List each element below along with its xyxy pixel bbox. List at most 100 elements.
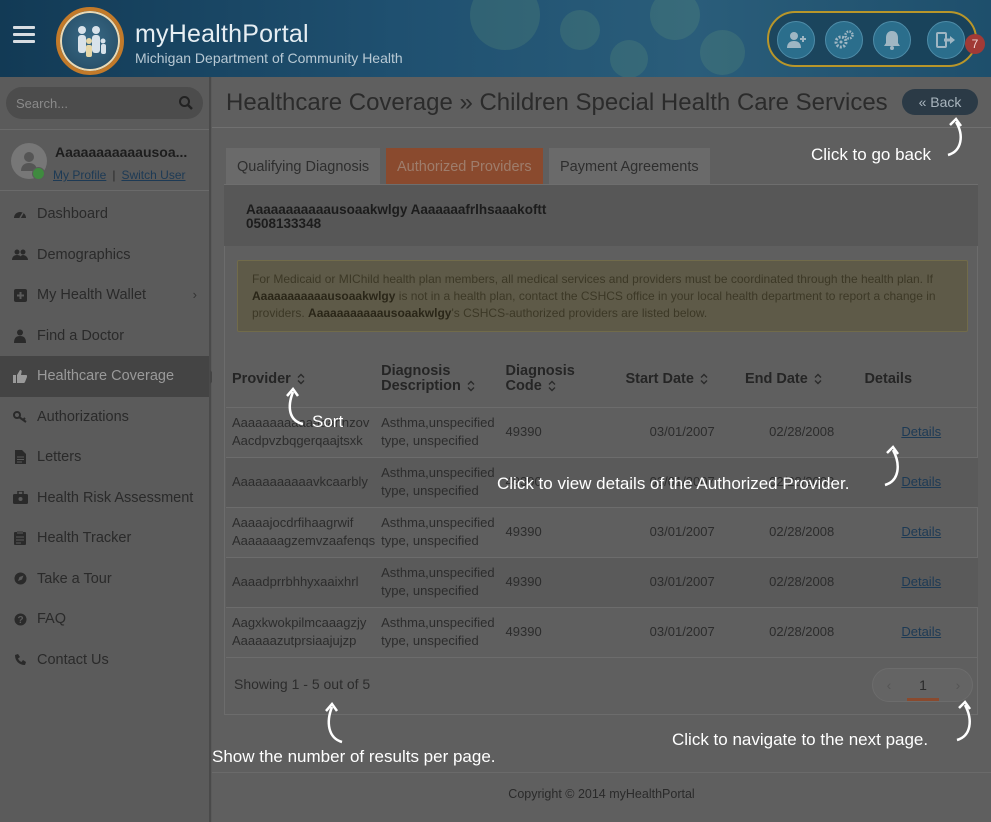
previous-page-button[interactable]: ‹ [879, 675, 899, 695]
sidebar-item-label: Health Tracker [37, 530, 132, 547]
back-button[interactable]: « Back [902, 89, 978, 115]
table-header-row: Provider Diagnosis Description Diagnosis… [226, 352, 978, 408]
details-link[interactable]: Details [901, 574, 941, 589]
column-header-start-date[interactable]: Start Date [619, 352, 739, 408]
sidebar: Aaaaaaaaaaausoa... My Profile | Switch Use… [0, 77, 217, 822]
file-icon [12, 450, 28, 465]
column-header-end-date[interactable]: End Date [738, 352, 859, 408]
sort-icon[interactable] [466, 380, 476, 392]
diagnosis-text: Asthma,unspecified [381, 615, 495, 630]
dashboard-icon [12, 207, 28, 221]
column-header-details: Details [858, 352, 978, 408]
portal-logo [56, 7, 124, 75]
details-cell: Details [858, 457, 978, 508]
diagnosis-description-cell: Asthma,unspecified type, unspecified [375, 607, 500, 658]
page-number-button[interactable]: 1 [907, 669, 939, 701]
alert-patient-name: Aaaaaaaaaaausoaakwlgy [252, 289, 396, 303]
sidebar-item-health-tracker[interactable]: Health Tracker [0, 518, 209, 559]
column-header-diagnosis-description[interactable]: Diagnosis Description [375, 352, 500, 408]
my-profile-link[interactable]: My Profile [53, 168, 106, 182]
diagnosis-code-cell: 49390 [499, 557, 620, 608]
sidebar-item-take-a-tour[interactable]: Take a Tour [0, 559, 209, 600]
brand-subtitle: Michigan Department of Community Health [135, 50, 403, 66]
user-name: Aaaaaaaaaaausoa... [55, 144, 188, 160]
diagnosis-code-cell: 49390 [499, 507, 620, 558]
sidebar-item-dashboard[interactable]: Dashboard [0, 194, 209, 235]
details-link[interactable]: Details [901, 624, 941, 639]
sidebar-item-label: Health Risk Assessment [37, 489, 194, 506]
details-cell: Details [858, 557, 978, 608]
details-link[interactable]: Details [901, 524, 941, 539]
alert-text: 's CSHCS-authorized providers are listed… [451, 306, 708, 320]
provider-name: Aaaaaaagzemvzaafenqs [232, 533, 376, 548]
annotation-sort: Sort [312, 412, 344, 431]
table-row: Aaaaajocdrfihaagrwif Aaaaaaagzemvzaafenqs… [226, 507, 978, 558]
column-header-label: Diagnosis [505, 363, 575, 380]
column-header-label: Code [505, 378, 542, 395]
sidebar-item-label: Contact Us [37, 651, 109, 668]
details-cell: Details [858, 507, 978, 558]
search-box [6, 87, 203, 119]
sidebar-item-my-health-wallet[interactable]: My Health Wallet › [0, 275, 209, 316]
sidebar-item-find-a-doctor[interactable]: Find a Doctor [0, 316, 209, 357]
footer-divider [212, 772, 991, 773]
pagination: ‹ 1 › [872, 668, 973, 702]
diagnosis-code-cell: 49390 [499, 607, 620, 658]
search-input[interactable] [6, 87, 176, 119]
sidebar-item-label: Letters [37, 449, 82, 466]
diagnosis-text: type, unspecified [381, 583, 479, 598]
details-link[interactable]: Details [901, 424, 941, 439]
tab-payment-agreements[interactable]: Payment Agreements [549, 148, 710, 184]
end-date-cell: 02/28/2008 [738, 607, 859, 658]
add-user-icon[interactable] [777, 21, 815, 59]
sidebar-item-faq[interactable]: ? FAQ [0, 599, 209, 640]
annotation-results: Show the number of results per page. [212, 747, 496, 766]
user-links: My Profile | Switch User [53, 168, 185, 182]
sort-icon[interactable] [813, 373, 823, 385]
sidebar-item-label: Demographics [37, 246, 131, 263]
details-link[interactable]: Details [901, 474, 941, 489]
sidebar-item-health-risk-assessment[interactable]: Health Risk Assessment [0, 478, 209, 519]
sidebar-item-contact-us[interactable]: Contact Us [0, 640, 209, 681]
hamburger-menu-icon[interactable] [13, 26, 35, 46]
column-header-label: End Date [744, 370, 808, 387]
tab-authorized-providers[interactable]: Authorized Providers [386, 148, 543, 192]
brand-title: myHealthPortal [135, 20, 309, 48]
phone-icon [12, 653, 28, 667]
doctor-icon [12, 329, 28, 343]
page-title: Healthcare Coverage » Children Special H… [226, 89, 888, 116]
bell-icon[interactable] [873, 21, 911, 59]
users-icon [12, 248, 28, 262]
sidebar-item-letters[interactable]: Letters [0, 437, 209, 478]
info-alert: For Medicaid or MIChild health plan memb… [237, 260, 968, 332]
sidebar-item-label: Find a Doctor [37, 327, 125, 344]
diagnosis-description-cell: Asthma,unspecified type, unspecified [375, 507, 500, 558]
diagnosis-description-cell: Asthma,unspecified type, unspecified [375, 457, 500, 508]
sort-icon[interactable] [699, 373, 709, 385]
sidebar-item-healthcare-coverage[interactable]: Healthcare Coverage [0, 356, 217, 397]
plus-square-icon [12, 288, 28, 302]
diagnosis-text: type, unspecified [381, 483, 479, 498]
sidebar-item-label: Dashboard [37, 206, 108, 223]
start-date-cell: 03/01/2007 [619, 407, 739, 458]
logout-icon[interactable] [927, 21, 965, 59]
curved-arrow-icon [884, 445, 900, 487]
next-page-button[interactable]: › [948, 675, 968, 695]
sidebar-item-demographics[interactable]: Demographics [0, 235, 209, 276]
provider-name: Aacdpvzbqgerqaajtsxk [232, 433, 363, 448]
sort-icon[interactable] [547, 380, 557, 392]
switch-user-link[interactable]: Switch User [121, 168, 185, 182]
notification-count-badge: 7 [965, 34, 985, 54]
results-count[interactable]: Showing 1 - 5 out of 5 [234, 676, 370, 692]
column-header-diagnosis-code[interactable]: Diagnosis Code [499, 352, 620, 408]
sidebar-item-authorizations[interactable]: Authorizations [0, 397, 209, 438]
diagnosis-code-cell: 49390 [499, 407, 620, 458]
start-date-cell: 03/01/2007 [619, 507, 739, 558]
search-icon[interactable] [178, 95, 194, 116]
provider-name: Aaaaaazutprsiaajujzp [232, 633, 357, 648]
end-date-cell: 02/28/2008 [738, 557, 859, 608]
online-check-icon [32, 167, 45, 180]
gears-icon[interactable] [825, 21, 863, 59]
tab-qualifying-diagnosis[interactable]: Qualifying Diagnosis [226, 148, 381, 184]
sort-icon[interactable] [296, 373, 306, 385]
